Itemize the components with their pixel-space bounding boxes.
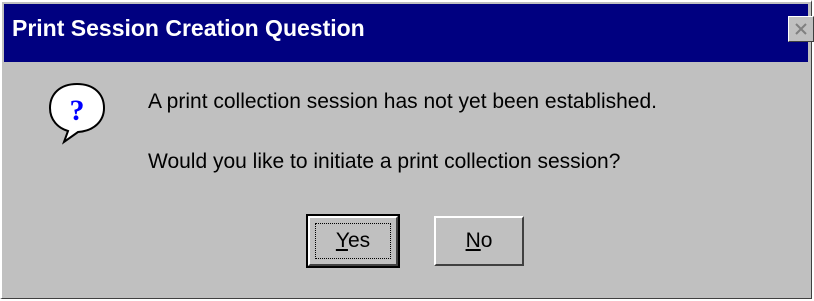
no-mnemonic: N (465, 229, 481, 252)
close-icon (795, 23, 807, 35)
yes-mnemonic: Y (335, 229, 348, 252)
no-button[interactable]: No (434, 216, 524, 266)
yes-label-rest: es (347, 229, 371, 252)
no-label-rest: o (480, 229, 493, 252)
yes-button[interactable]: Yes (306, 214, 400, 268)
question-icon: ? (44, 80, 110, 146)
no-button-label: No (466, 229, 493, 253)
dialog-title: Print Session Creation Question (12, 15, 365, 41)
title-bar[interactable]: Print Session Creation Question (4, 4, 814, 62)
message-line-2: Would you like to initiate a print colle… (148, 150, 621, 173)
message-line-1: A print collection session has not yet b… (148, 90, 657, 113)
svg-text:?: ? (70, 94, 85, 127)
dialog-window: Print Session Creation Question ? A prin… (0, 0, 814, 299)
close-button[interactable] (788, 16, 814, 42)
yes-button-label: Yes (336, 229, 370, 253)
